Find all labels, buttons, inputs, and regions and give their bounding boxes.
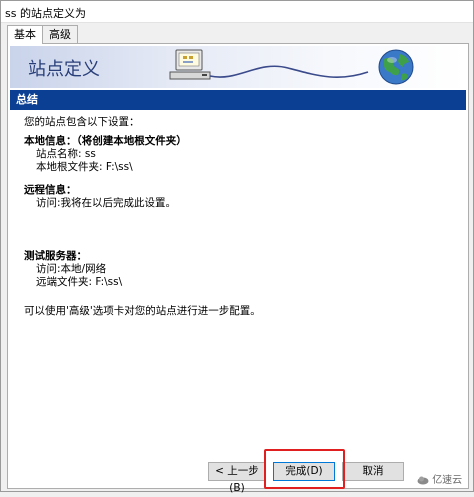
test-server-heading: 测试服务器： bbox=[24, 250, 87, 262]
summary-intro: 您的站点包含以下设置： bbox=[24, 116, 140, 128]
cancel-button[interactable]: 取消 bbox=[342, 462, 404, 481]
watermark: 亿速云 bbox=[417, 471, 462, 486]
section-header-summary: 总结 bbox=[10, 90, 466, 110]
window-title: ss 的站点定义为 bbox=[5, 7, 86, 20]
title-bar: ss 的站点定义为 bbox=[1, 1, 473, 23]
network-globe-illustration bbox=[169, 49, 414, 85]
remote-info-heading: 远程信息： bbox=[24, 184, 77, 196]
back-button[interactable]: < 上一步(B) bbox=[208, 462, 266, 494]
globe-icon bbox=[378, 49, 414, 85]
tab-basic[interactable]: 基本 bbox=[7, 25, 43, 44]
computer-icon bbox=[169, 49, 211, 80]
banner-title: 站点定义 bbox=[28, 59, 100, 80]
tab-strip: 基本 高级 bbox=[7, 25, 78, 44]
cloud-logo-icon bbox=[417, 476, 429, 485]
watermark-text: 亿速云 bbox=[432, 475, 463, 486]
summary-content: 您的站点包含以下设置： 本地信息：（将创建本地根文件夹） 站点名称: ss 本地… bbox=[24, 116, 454, 318]
wizard-banner: 站点定义 bbox=[10, 46, 466, 88]
local-root-folder: 本地根文件夹: F:\ss\ bbox=[36, 161, 133, 173]
test-server-remote-folder: 远端文件夹: F:\ss\ bbox=[36, 276, 123, 288]
network-cable bbox=[209, 65, 369, 79]
tab-advanced[interactable]: 高级 bbox=[42, 25, 78, 43]
site-definition-window: ss 的站点定义为 基本 高级 站点定义 总结 您的站点包含以下设置： 本地信息… bbox=[0, 0, 474, 494]
local-site-name: 站点名称: ss bbox=[36, 148, 96, 160]
test-server-access: 访问:本地/网络 bbox=[36, 263, 107, 275]
finish-button[interactable]: 完成(D) bbox=[273, 462, 335, 481]
advanced-tab-hint: 可以使用'高级'选项卡对您的站点进行进一步配置。 bbox=[24, 305, 261, 317]
local-info-heading: 本地信息：（将创建本地根文件夹） bbox=[24, 135, 187, 147]
tab-panel: 站点定义 总结 您的站点包含以下设置： 本地信息：（将创建本地根文件夹） 站点名… bbox=[7, 43, 469, 489]
remote-access: 访问:我将在以后完成此设置。 bbox=[36, 197, 177, 209]
